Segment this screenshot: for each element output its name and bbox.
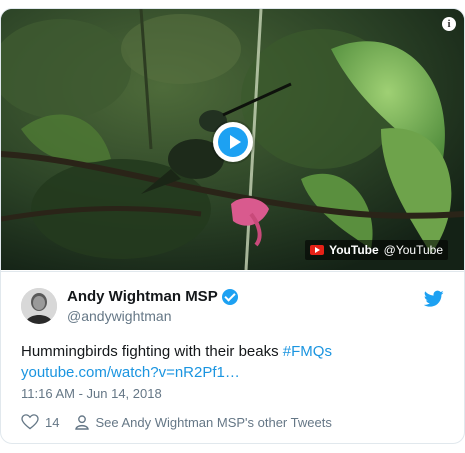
hashtag-link[interactable]: #FMQs bbox=[283, 343, 332, 360]
tweet-actions: 14 See Andy Wightman MSP's other Tweets bbox=[21, 414, 332, 430]
video-link[interactable]: youtube.com/watch?v=nR2Pf1… bbox=[21, 364, 240, 381]
tweet-text-body: Hummingbirds fighting with their beaks bbox=[21, 343, 283, 360]
person-icon bbox=[75, 414, 90, 430]
twitter-bird-icon[interactable] bbox=[424, 290, 444, 308]
heart-icon[interactable] bbox=[21, 414, 39, 430]
play-icon bbox=[218, 127, 248, 157]
youtube-brand-label: YouTube bbox=[329, 243, 379, 257]
youtube-logo-icon bbox=[310, 245, 325, 255]
youtube-attribution[interactable]: YouTube @YouTube bbox=[305, 240, 448, 260]
other-tweets-link[interactable]: See Andy Wightman MSP's other Tweets bbox=[95, 415, 331, 430]
tweet-timestamp[interactable]: 11:16 AM - Jun 14, 2018 bbox=[21, 386, 162, 401]
author-name-row: Andy Wightman MSP bbox=[67, 288, 238, 305]
author-handle[interactable]: @andywightman bbox=[67, 308, 172, 324]
embedded-tweet-card: i YouTube @YouTube Andy Wightman MSP @an… bbox=[0, 8, 465, 444]
video-player[interactable]: i YouTube @YouTube bbox=[1, 9, 464, 270]
like-count[interactable]: 14 bbox=[45, 415, 59, 430]
verified-badge-icon bbox=[221, 288, 238, 305]
play-button[interactable] bbox=[213, 122, 253, 162]
tweet-body: Andy Wightman MSP @andywightman Hummingb… bbox=[1, 271, 464, 443]
author-name[interactable]: Andy Wightman MSP bbox=[67, 288, 218, 305]
avatar[interactable] bbox=[21, 288, 57, 324]
tweet-text: Hummingbirds fighting with their beaks #… bbox=[21, 341, 441, 383]
youtube-handle: @YouTube bbox=[383, 243, 443, 257]
info-icon[interactable]: i bbox=[442, 17, 456, 31]
